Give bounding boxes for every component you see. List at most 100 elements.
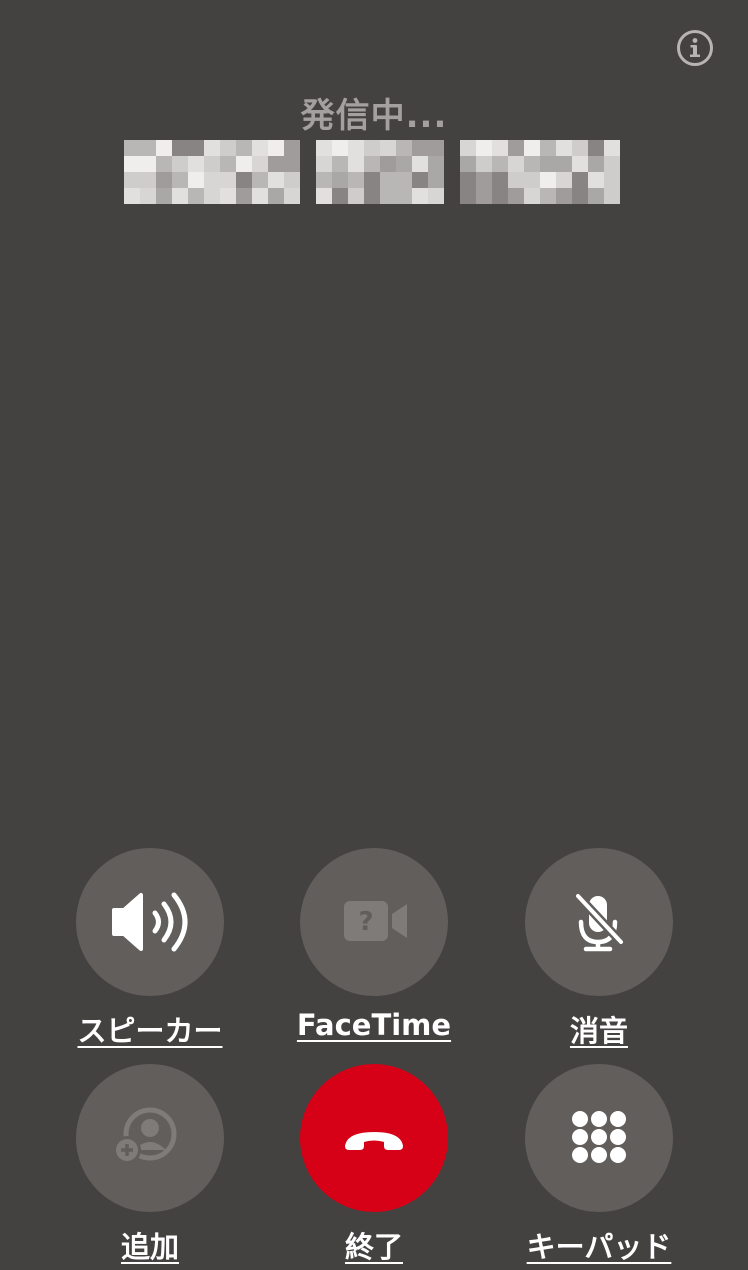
pixel-block <box>172 140 188 156</box>
pixel-block <box>588 188 604 204</box>
pixel-block <box>284 172 300 188</box>
pixel-block <box>476 156 492 172</box>
pixel-block <box>572 156 588 172</box>
pixel-block <box>172 188 188 204</box>
pixel-block <box>572 140 588 156</box>
pixel-block <box>380 188 396 204</box>
pixel-block <box>540 172 556 188</box>
mute-label[interactable]: 消音 <box>499 1008 699 1050</box>
pixel-block <box>396 156 412 172</box>
pixel-block <box>556 140 572 156</box>
pixel-block <box>476 172 492 188</box>
facetime-label[interactable]: FaceTime <box>274 1008 474 1042</box>
pixel-block <box>364 156 380 172</box>
pixel-block <box>156 156 172 172</box>
pixel-block <box>428 156 444 172</box>
pixel-block <box>252 172 268 188</box>
pixel-block <box>540 156 556 172</box>
pixel-block <box>508 140 524 156</box>
pixel-block <box>412 188 428 204</box>
info-button[interactable] <box>676 29 714 67</box>
pixel-block <box>268 188 284 204</box>
end-call-label[interactable]: 終了 <box>274 1224 474 1266</box>
add-call-button[interactable] <box>76 1064 224 1212</box>
pixel-block <box>188 140 204 156</box>
pixel-block <box>524 172 540 188</box>
pixel-block <box>604 188 620 204</box>
pixel-block <box>236 172 252 188</box>
pixel-block <box>396 172 412 188</box>
pixel-block <box>556 188 572 204</box>
pixel-block <box>188 188 204 204</box>
pixel-block <box>604 172 620 188</box>
pixel-block <box>348 156 364 172</box>
pixel-block <box>140 140 156 156</box>
pixel-block <box>348 140 364 156</box>
speaker-label[interactable]: スピーカー <box>50 1008 250 1050</box>
pixel-block <box>396 188 412 204</box>
pixel-block <box>332 140 348 156</box>
pixel-block <box>492 140 508 156</box>
pixel-block <box>332 156 348 172</box>
microphone-slash-icon <box>573 891 626 952</box>
pixel-block <box>188 156 204 172</box>
add-call-label[interactable]: 追加 <box>50 1224 250 1266</box>
add-person-icon <box>113 1107 177 1164</box>
pixel-block <box>284 140 300 156</box>
mute-button[interactable] <box>525 848 673 996</box>
pixel-block <box>476 188 492 204</box>
pixel-block <box>220 172 236 188</box>
info-icon <box>677 30 713 66</box>
pixel-block <box>604 156 620 172</box>
pixel-block <box>396 140 412 156</box>
pixel-block <box>428 172 444 188</box>
pixel-block <box>156 140 172 156</box>
pixel-block <box>204 140 220 156</box>
svg-text:?: ? <box>358 907 373 937</box>
pixel-block <box>204 172 220 188</box>
pixel-block <box>572 172 588 188</box>
facetime-button[interactable]: ? <box>300 848 448 996</box>
end-call-button[interactable] <box>300 1064 448 1212</box>
pixel-block <box>604 140 620 156</box>
pixel-block <box>508 188 524 204</box>
pixel-block <box>556 156 572 172</box>
pixel-block <box>124 140 140 156</box>
pixel-block <box>460 140 476 156</box>
pixel-block <box>588 140 604 156</box>
pixel-block <box>492 156 508 172</box>
pixel-block <box>524 140 540 156</box>
pixel-block <box>428 188 444 204</box>
pixel-block <box>268 140 284 156</box>
pixel-block <box>252 156 268 172</box>
speaker-button[interactable] <box>76 848 224 996</box>
pixel-block <box>220 156 236 172</box>
pixel-block <box>412 140 428 156</box>
pixel-block <box>412 172 428 188</box>
pixel-block <box>508 156 524 172</box>
pixel-block <box>140 188 156 204</box>
pixel-block <box>380 172 396 188</box>
keypad-button[interactable] <box>525 1064 673 1212</box>
pixel-block <box>460 188 476 204</box>
pixel-block <box>220 188 236 204</box>
pixelated-name-image <box>124 140 620 204</box>
pixel-block <box>124 156 140 172</box>
pixel-block <box>332 172 348 188</box>
pixel-block <box>380 140 396 156</box>
pixel-block <box>556 172 572 188</box>
pixel-block <box>364 140 380 156</box>
pixel-block <box>588 156 604 172</box>
pixel-block <box>316 188 332 204</box>
speaker-wave-icon <box>112 892 188 952</box>
pixel-block <box>476 140 492 156</box>
pixel-block <box>124 188 140 204</box>
pixel-block <box>252 140 268 156</box>
pixel-block <box>188 172 204 188</box>
pixel-block <box>268 172 284 188</box>
keypad-label[interactable]: キーパッド <box>499 1224 699 1266</box>
phone-down-icon <box>345 1132 403 1150</box>
call-screen: 発信中... スピーカー ? FaceTime 消音 追加 終了 キーパッド <box>0 0 748 1270</box>
pixel-block <box>380 156 396 172</box>
video-question-icon: ? <box>344 901 407 941</box>
